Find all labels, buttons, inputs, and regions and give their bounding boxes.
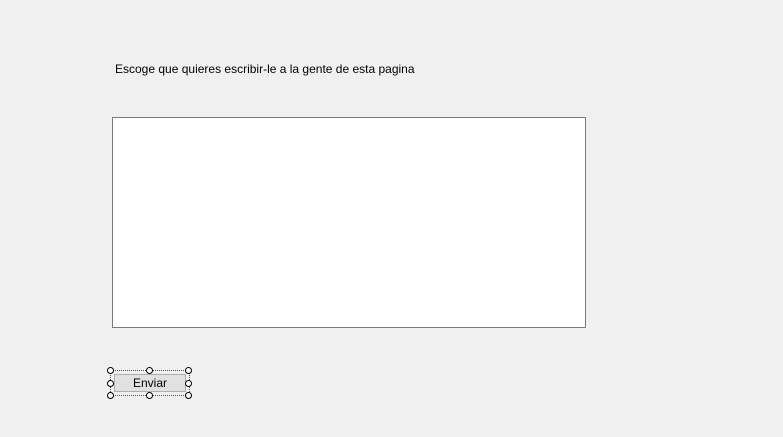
send-button[interactable]: Enviar <box>114 374 186 392</box>
resize-handle-middle-right[interactable] <box>185 380 192 387</box>
selection-frame: Enviar <box>107 367 192 399</box>
resize-handle-top-right[interactable] <box>185 367 192 374</box>
message-textbox[interactable] <box>112 117 586 328</box>
resize-handle-bottom-right[interactable] <box>185 392 192 399</box>
resize-handle-bottom-center[interactable] <box>146 392 153 399</box>
prompt-label: Escoge que quieres escribir-le a la gent… <box>115 62 415 76</box>
resize-handle-middle-left[interactable] <box>107 380 114 387</box>
resize-handle-top-center[interactable] <box>146 367 153 374</box>
resize-handle-bottom-left[interactable] <box>107 392 114 399</box>
form-surface: Escoge que quieres escribir-le a la gent… <box>0 0 783 437</box>
resize-handle-top-left[interactable] <box>107 367 114 374</box>
